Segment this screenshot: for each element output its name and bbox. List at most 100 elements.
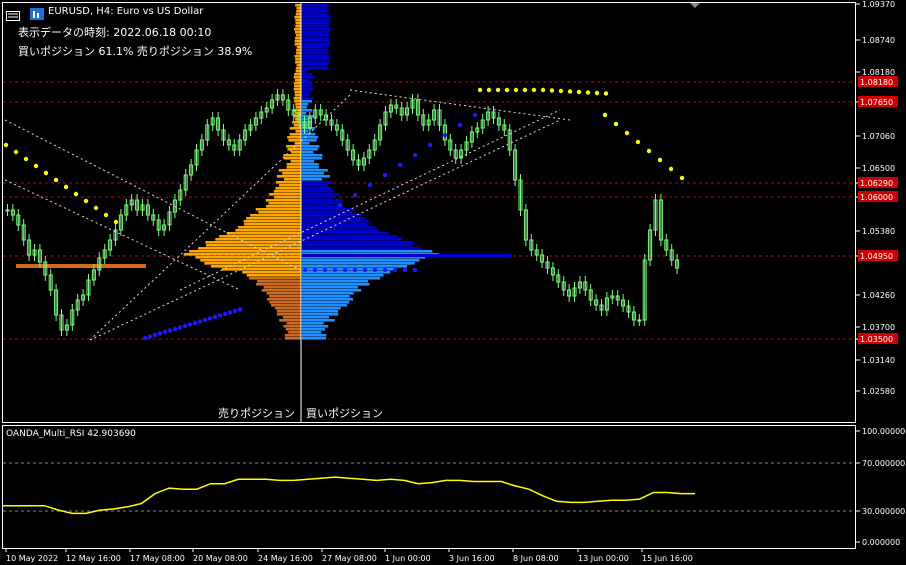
- order-dot: [353, 268, 357, 272]
- buy-profile-bar: [302, 91, 310, 94]
- sell-profile-bar: [249, 277, 301, 280]
- sell-profile-bar: [296, 112, 301, 115]
- buy-profile-bar: [302, 88, 314, 91]
- buy-profile-bar: [302, 64, 328, 67]
- sell-profile-bar: [277, 310, 301, 313]
- sell-profile-bar: [295, 103, 301, 106]
- sell-profile-bar: [295, 58, 301, 61]
- chart-title: EURUSD, H4: Euro vs US Dollar: [48, 6, 203, 17]
- buy-profile-bar: [302, 205, 343, 208]
- buy-profile-bar: [302, 295, 350, 298]
- sell-profile-bar: [227, 232, 301, 235]
- sell-profile-bar: [267, 298, 301, 301]
- buy-profile-bar: [302, 337, 326, 340]
- order-dot: [393, 268, 397, 272]
- buy-profile-bar: [302, 139, 317, 142]
- sell-profile-bar: [288, 139, 301, 142]
- price-tick-label: 1.07060: [862, 132, 895, 141]
- sell-profile-bar: [222, 268, 301, 271]
- order-dot: [163, 330, 167, 334]
- order-dot: [233, 309, 237, 313]
- buy-profile-bar: [302, 130, 308, 133]
- sell-profile-bar: [288, 331, 301, 334]
- order-dot: [218, 313, 222, 317]
- buy-profile-bar: [302, 82, 313, 85]
- sell-profile-bar: [291, 151, 301, 154]
- sell-profile-bar: [295, 4, 301, 7]
- buy-profile-bar: [302, 214, 361, 217]
- buy-profile-bar: [302, 157, 322, 160]
- order-dot: [532, 88, 536, 92]
- buy-profile-bar: [302, 112, 306, 115]
- sell-profile-bar: [296, 34, 301, 37]
- buy-profile-bar: [302, 166, 319, 169]
- price-level-label: 1.06290: [860, 179, 893, 188]
- buy-profile-bar: [302, 118, 309, 121]
- buy-profile-bar: [302, 49, 328, 52]
- sell-profile-bar: [295, 19, 301, 22]
- sell-profile-bar: [297, 7, 301, 10]
- order-dot: [148, 334, 152, 338]
- order-dot: [647, 149, 651, 153]
- buy-profile-bar: [302, 289, 361, 292]
- order-dot: [603, 113, 607, 117]
- sell-profile-bar: [290, 133, 301, 136]
- buy-profile-bar: [302, 283, 370, 286]
- sell-profile-bar: [267, 292, 301, 295]
- sell-profile-bar: [269, 295, 301, 298]
- sell-profile-bar: [291, 160, 301, 163]
- time-tick-label: 15 Jun 16:00: [642, 554, 693, 563]
- order-dot: [413, 268, 417, 272]
- buy-profile-bar: [302, 37, 330, 40]
- price-tick-label: 1.06500: [862, 164, 895, 173]
- order-dot: [496, 88, 500, 92]
- buy-profile-bar: [302, 316, 329, 319]
- buy-profile-bar: [302, 184, 328, 187]
- order-dot: [114, 220, 118, 224]
- buy-profile-bar: [302, 265, 407, 268]
- price-level-label: 1.06000: [860, 193, 893, 202]
- order-dot: [383, 268, 387, 272]
- sell-profile-bar: [294, 28, 301, 31]
- buy-profile-bar: [302, 160, 314, 163]
- buy-profile-bar: [302, 238, 402, 241]
- sell-profile-bar: [287, 136, 301, 139]
- sell-profile-bar: [284, 178, 301, 181]
- order-dot: [473, 113, 477, 117]
- buy-profile-bar: [302, 70, 307, 73]
- sell-profile-bar: [295, 37, 301, 40]
- order-dot: [24, 157, 28, 161]
- time-tick-label: 13 Jun 00:00: [578, 554, 629, 563]
- chart-window-icon: [6, 6, 20, 16]
- buy-profile-bar: [302, 145, 319, 148]
- time-tick-label: 1 Jun 00:00: [385, 554, 431, 563]
- buy-profile-bar: [302, 100, 312, 103]
- order-dot: [505, 88, 509, 92]
- sell-profile-bar: [211, 265, 301, 268]
- sell-profile-bar: [294, 16, 301, 19]
- trading-chart[interactable]: 1.09370 1.08740 1.08180 1.07650 1.07060 1.065…: [0, 0, 906, 565]
- sell-profile-bar: [296, 13, 301, 16]
- sell-profile-bar: [294, 100, 301, 103]
- sell-profile-bar: [246, 217, 301, 220]
- sell-profile-bar: [277, 313, 301, 316]
- sell-profile-bar: [235, 229, 301, 232]
- sell-profile-bar: [264, 286, 301, 289]
- buy-profile-bar: [302, 286, 358, 289]
- sell-profile-bar: [279, 184, 301, 187]
- sell-profile-bar: [295, 31, 301, 34]
- time-tick-label: 8 Jun 08:00: [513, 554, 559, 563]
- sell-profile-bar: [256, 283, 301, 286]
- sell-profile-bar: [284, 157, 301, 160]
- order-dot: [4, 143, 8, 147]
- buy-position-label: 買いポジション: [306, 405, 383, 421]
- sell-profile-bar: [296, 70, 301, 73]
- sell-profile-bar: [250, 214, 301, 217]
- price-tick-label: 1.02580: [862, 387, 895, 396]
- sell-profile-bar: [283, 316, 301, 319]
- sell-profile-bar: [262, 289, 301, 292]
- order-dot: [680, 176, 684, 180]
- buy-profile-bar: [302, 208, 355, 211]
- sell-profile-bar: [294, 76, 301, 79]
- sell-profile-bar: [242, 271, 301, 274]
